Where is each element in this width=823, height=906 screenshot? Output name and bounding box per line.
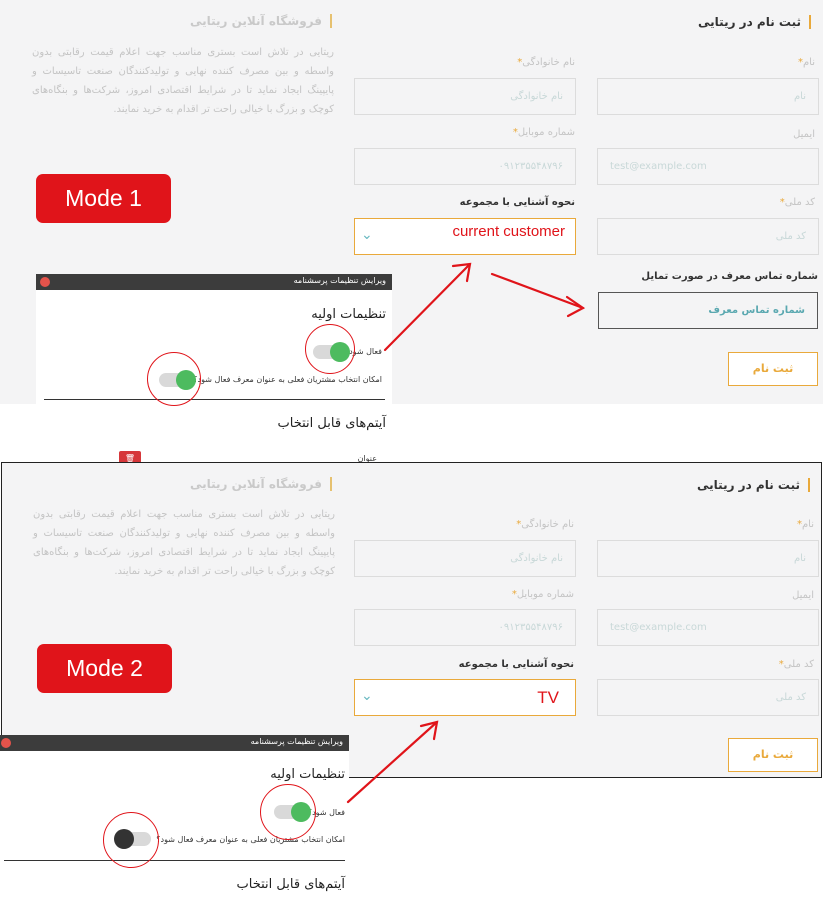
annotation-arrows	[346, 262, 586, 804]
comparison-screenshot: فروشگاه آنلاین ریتایی ریتایی در تلاش است…	[0, 0, 823, 906]
arrow-to-select-mode1	[383, 262, 472, 352]
arrow-head	[565, 295, 586, 318]
arrow-to-select-mode2	[346, 720, 439, 804]
arrow-to-referrer-field	[490, 272, 585, 310]
